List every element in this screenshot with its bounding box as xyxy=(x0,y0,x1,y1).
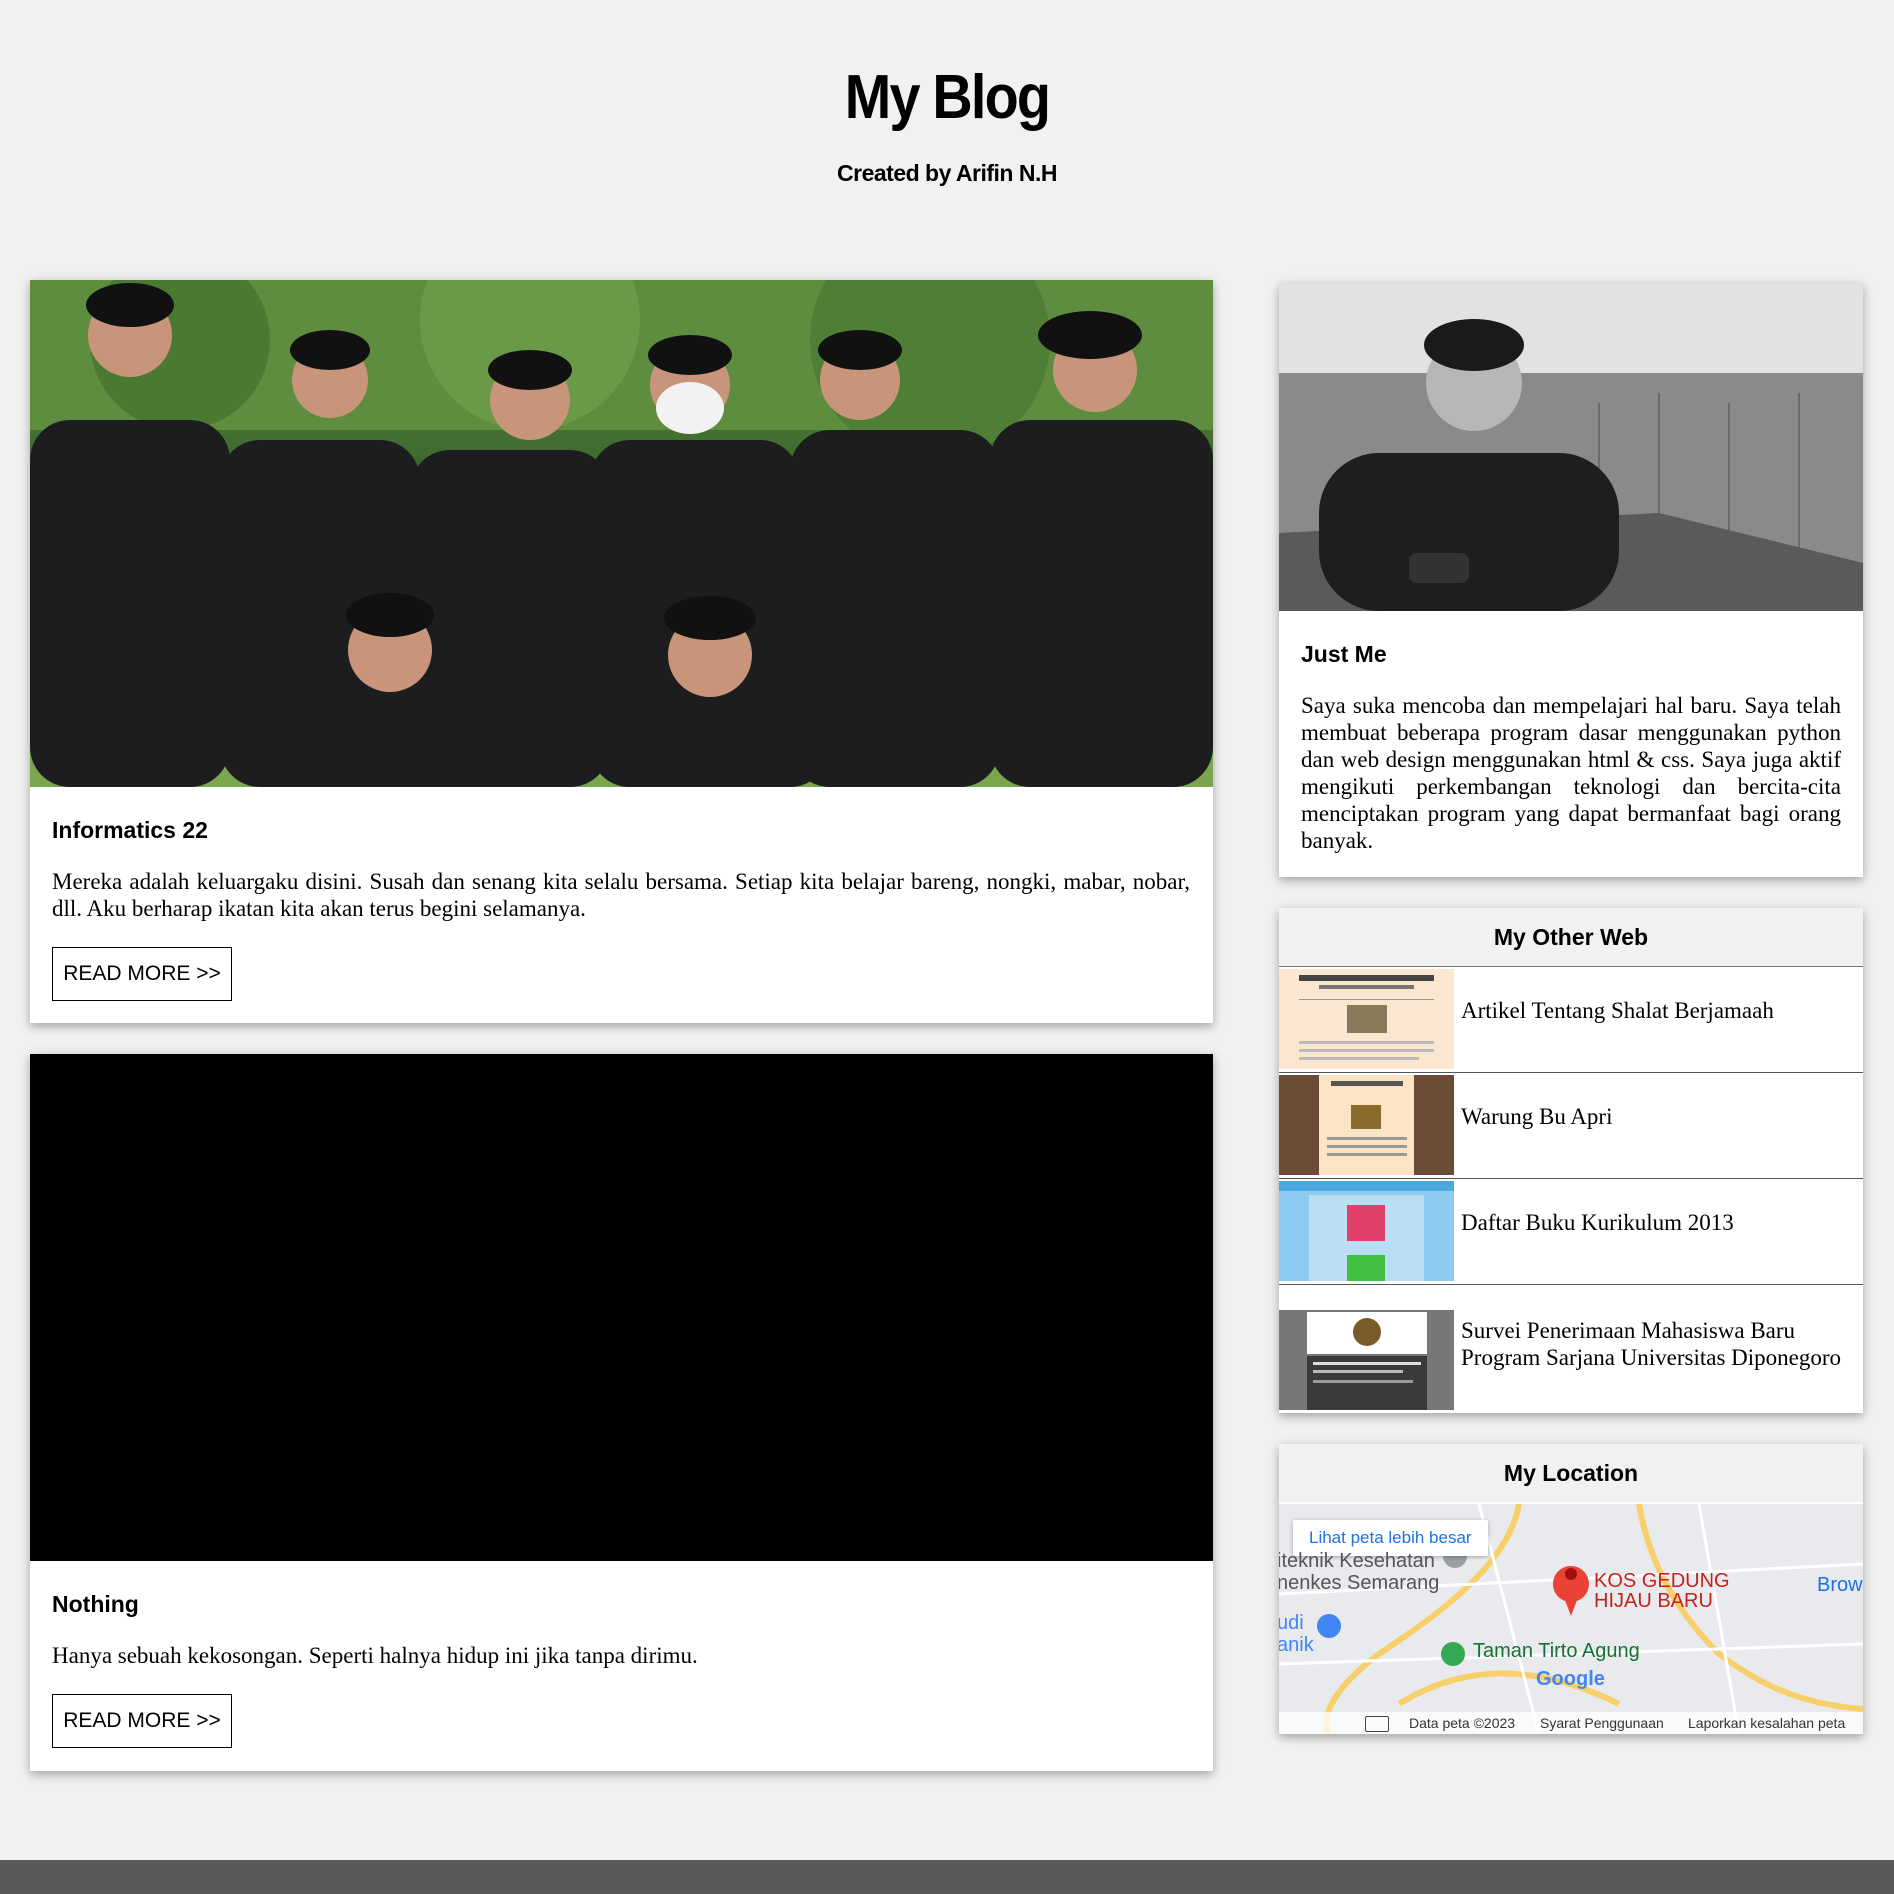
post-text: Mereka adalah keluargaku disini. Susah d… xyxy=(52,869,1190,921)
blog-title: My Blog xyxy=(844,63,1051,132)
map-terms-link[interactable]: Syarat Penggunaan xyxy=(1540,1715,1664,1731)
post-title: Informatics 22 xyxy=(52,817,208,843)
post-body: Nothing Hanya sebuah kekosongan. Seperti… xyxy=(52,1591,1190,1669)
web-thumb-warung xyxy=(1279,1075,1454,1175)
map-poi: Taman Tirto Agung xyxy=(1473,1640,1640,1662)
web-thumb-shalat xyxy=(1279,969,1454,1069)
about-text: Saya suka mencoba dan mempelajari hal ba… xyxy=(1301,693,1841,853)
about-title: Just Me xyxy=(1301,641,1387,667)
map-poi: Brow xyxy=(1817,1574,1863,1596)
web-thumb-buku xyxy=(1279,1181,1454,1281)
web-item-survei[interactable]: Survei Penerimaan Mahasiswa Baru Program… xyxy=(1279,1285,1863,1413)
page-footer xyxy=(0,1860,1894,1894)
post-title: Nothing xyxy=(52,1591,139,1617)
keyboard-icon[interactable] xyxy=(1365,1716,1389,1732)
web-label: Survei Penerimaan Mahasiswa Baru Program… xyxy=(1461,1318,1842,1370)
map-poi: iteknik Kesehatan xyxy=(1279,1550,1435,1572)
map-poi: anik xyxy=(1279,1634,1314,1656)
web-label: Daftar Buku Kurikulum 2013 xyxy=(1461,1210,1734,1235)
profile-photo xyxy=(1279,283,1863,611)
group-photo-art xyxy=(30,280,1213,787)
other-web-title: My Other Web xyxy=(1279,908,1863,967)
post-text: Hanya sebuah kekosongan. Seperti halnya … xyxy=(52,1643,698,1668)
map-poi: nenkes Semarang xyxy=(1279,1572,1440,1594)
web-item-shalat[interactable]: Artikel Tentang Shalat Berjamaah xyxy=(1279,967,1863,1073)
read-more-button[interactable]: READ MORE >> xyxy=(52,947,232,1001)
post-card-nothing: Nothing Hanya sebuah kekosongan. Seperti… xyxy=(30,1054,1213,1771)
other-web-card: My Other Web Artikel Tentang Shalat Berj… xyxy=(1279,908,1863,1413)
empty-photo xyxy=(30,1054,1213,1561)
map-place-name: HIJAU BARU xyxy=(1594,1590,1713,1612)
web-item-warung[interactable]: Warung Bu Apri xyxy=(1279,1073,1863,1179)
group-photo xyxy=(30,280,1213,787)
post-body: Informatics 22 Mereka adalah keluargaku … xyxy=(52,817,1190,922)
map-embed[interactable]: Lihat peta lebih besar iteknik Kesehatan… xyxy=(1279,1504,1863,1734)
web-label: Warung Bu Apri xyxy=(1461,1104,1613,1129)
web-thumb-survei xyxy=(1279,1310,1454,1410)
about-body: Just Me Saya suka mencoba dan mempelajar… xyxy=(1301,641,1841,854)
read-more-button[interactable]: READ MORE >> xyxy=(52,1694,232,1748)
about-card: Just Me Saya suka mencoba dan mempelajar… xyxy=(1279,283,1863,877)
map-data-credit: Data peta ©2023 xyxy=(1409,1715,1516,1731)
web-label: Artikel Tentang Shalat Berjamaah xyxy=(1461,998,1774,1023)
location-card: My Location Lihat peta lebih besar itekn… xyxy=(1279,1444,1863,1734)
map-footer: Data peta ©2023 Syarat Penggunaan Lapork… xyxy=(1279,1712,1863,1734)
blog-subtitle: Created by Arifin N.H xyxy=(837,160,1057,186)
post-card-informatics: Informatics 22 Mereka adalah keluargaku … xyxy=(30,280,1213,1023)
map-report-link[interactable]: Laporkan kesalahan peta xyxy=(1688,1715,1845,1731)
profile-photo-art xyxy=(1279,283,1863,611)
google-logo: Google xyxy=(1536,1668,1605,1690)
web-item-buku[interactable]: Daftar Buku Kurikulum 2013 xyxy=(1279,1179,1863,1285)
location-title: My Location xyxy=(1279,1444,1863,1502)
map-poi: udi xyxy=(1279,1612,1304,1634)
